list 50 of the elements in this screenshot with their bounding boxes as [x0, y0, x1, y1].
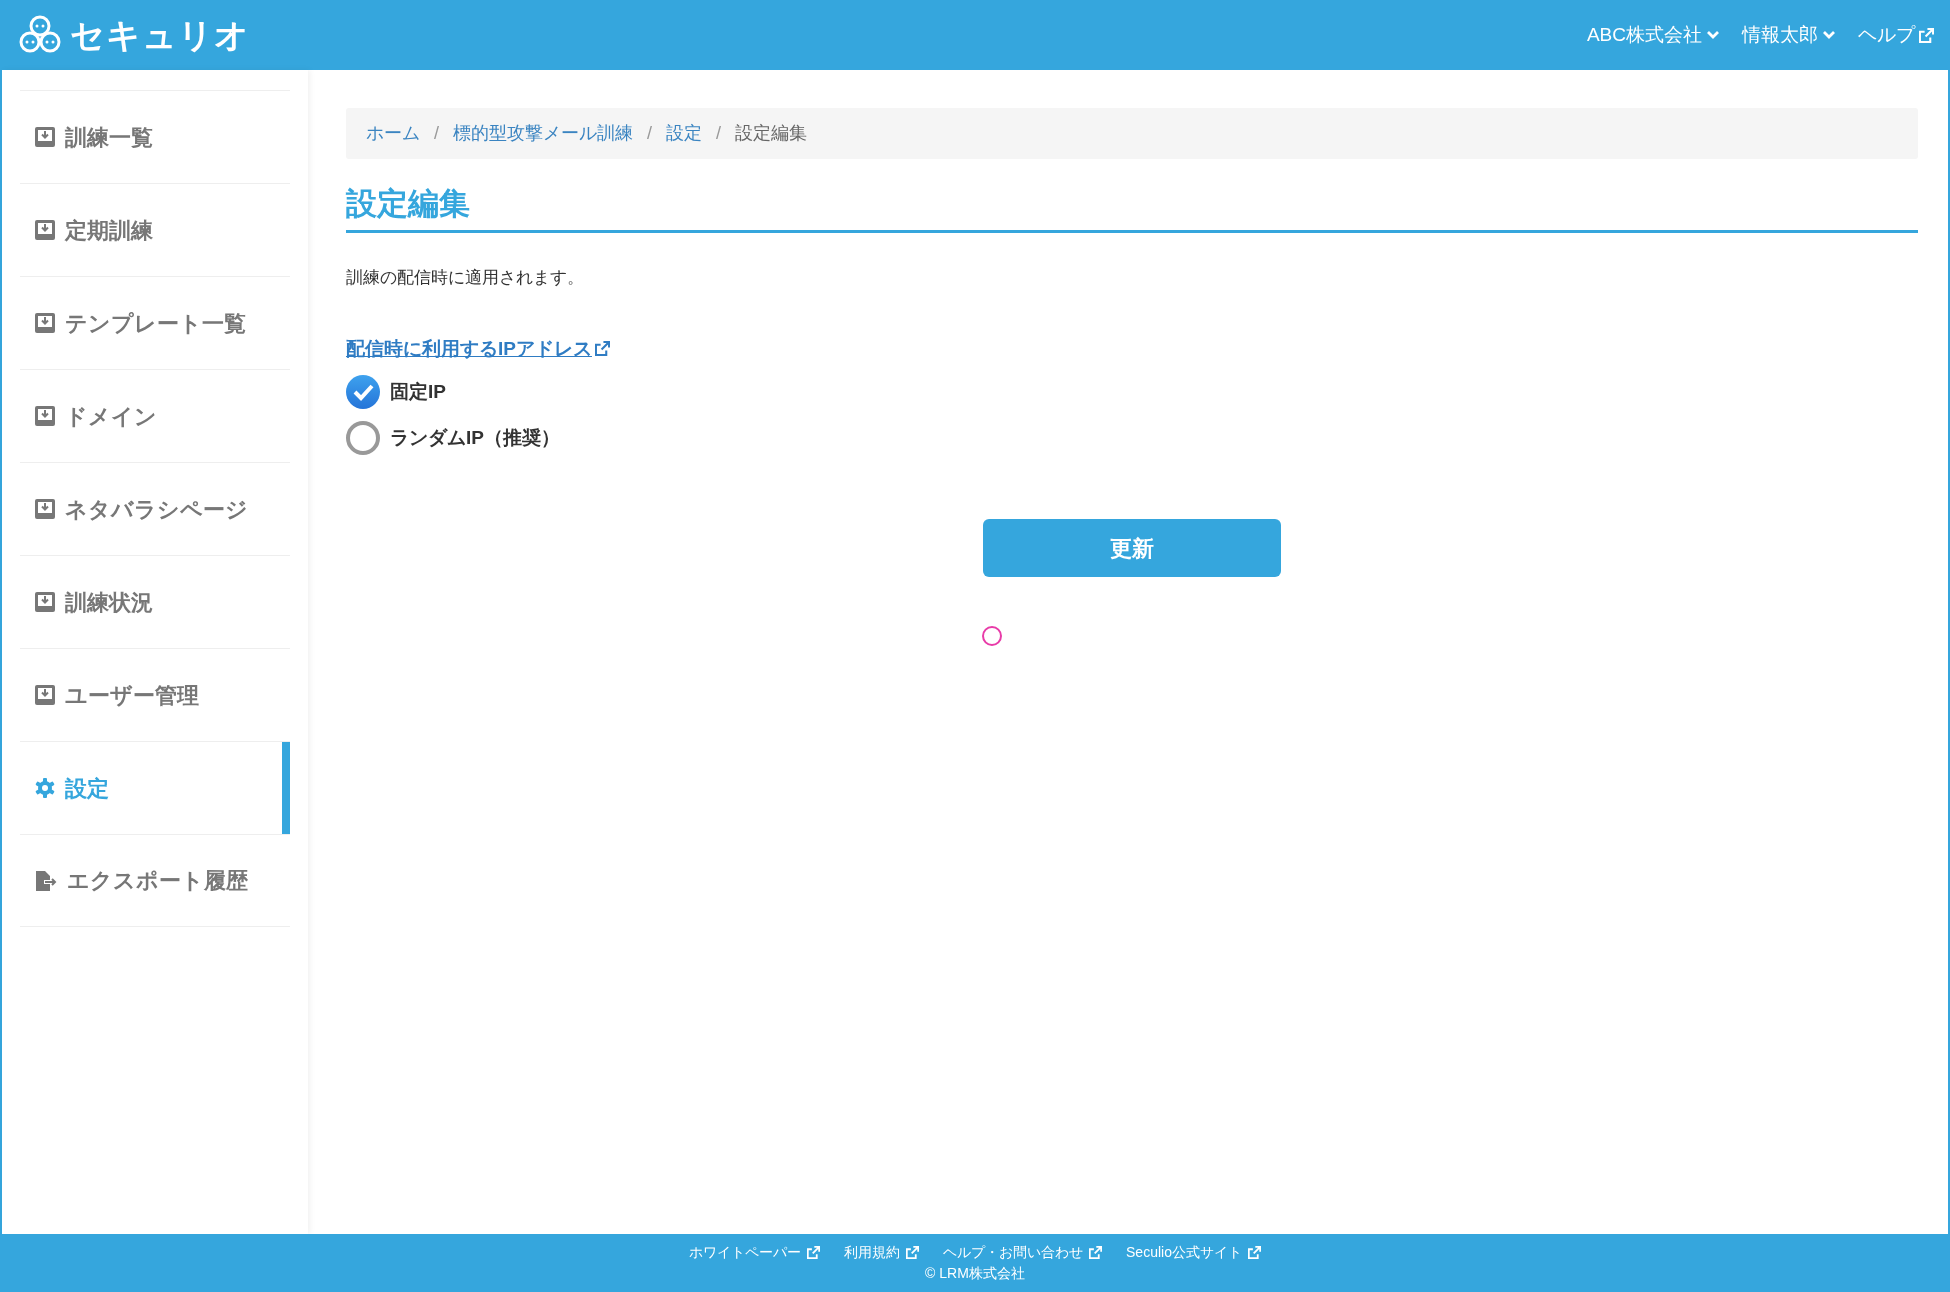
- account-menu[interactable]: ABC株式会社: [1586, 20, 1720, 50]
- file-export-icon: [34, 869, 58, 892]
- sidebar-item[interactable]: 訓練状況: [20, 555, 290, 648]
- external-link-icon: [807, 1246, 821, 1259]
- footer-link[interactable]: Seculio公式サイト: [1126, 1242, 1261, 1263]
- sidebar-item[interactable]: テンプレート一覧: [20, 276, 290, 369]
- footer-link[interactable]: ヘルプ・お問い合わせ: [943, 1242, 1103, 1263]
- breadcrumb-link[interactable]: ホーム: [366, 120, 420, 147]
- account-menu[interactable]: 情報太郎: [1742, 20, 1836, 50]
- cursor-marker-icon: [981, 625, 1003, 648]
- breadcrumb-separator: /: [716, 122, 722, 145]
- settings-icon: [34, 777, 56, 799]
- breadcrumb-current: 設定編集: [735, 122, 808, 145]
- breadcrumb-separator: /: [647, 122, 653, 145]
- logo-text: セキュリオ: [70, 14, 250, 56]
- external-link-icon: [1919, 27, 1934, 43]
- description-text: 訓練の配信時に適用されます。: [346, 267, 585, 290]
- radio-button[interactable]: [346, 375, 380, 410]
- sidebar-item[interactable]: 訓練一覧: [20, 90, 290, 183]
- external-link-icon: [594, 341, 610, 357]
- radio-label[interactable]: 固定IP: [390, 377, 446, 407]
- help-link[interactable]: ヘルプ: [1858, 20, 1934, 50]
- breadcrumb-link[interactable]: 標的型攻撃メール訓練: [453, 120, 633, 147]
- download-box-icon: [34, 591, 56, 613]
- download-box-icon: [34, 219, 56, 241]
- external-link-icon: [906, 1246, 920, 1259]
- chevron-down-icon: [1822, 30, 1836, 40]
- copyright-text: © LRM株式会社: [925, 1264, 1025, 1283]
- sidebar-item[interactable]: エクスポート履歴: [20, 834, 290, 927]
- update-button[interactable]: 更新: [983, 519, 1281, 578]
- sidebar-item[interactable]: ユーザー管理: [20, 648, 290, 741]
- footer-link[interactable]: ホワイトペーパー: [689, 1242, 821, 1263]
- download-box-icon: [34, 498, 56, 520]
- sidebar-item[interactable]: 設定: [20, 741, 290, 834]
- download-box-icon: [34, 405, 56, 427]
- external-link-icon: [1247, 1246, 1261, 1259]
- sidebar-item[interactable]: ドメイン: [20, 369, 290, 462]
- sidebar-item[interactable]: ネタバラシページ: [20, 462, 290, 555]
- sidebar-item[interactable]: 定期訓練: [20, 183, 290, 276]
- download-box-icon: [34, 126, 56, 148]
- breadcrumb-separator: /: [434, 122, 439, 145]
- external-link-icon: [1089, 1246, 1103, 1259]
- download-box-icon: [34, 312, 56, 334]
- download-box-icon: [34, 684, 56, 706]
- radio-button[interactable]: [346, 421, 380, 456]
- footer-link[interactable]: 利用規約: [844, 1242, 920, 1263]
- chevron-down-icon: [1706, 30, 1720, 40]
- page-title: 設定編集: [346, 159, 1918, 234]
- radio-label[interactable]: ランダムIP（推奨）: [390, 423, 560, 453]
- breadcrumb-link[interactable]: 設定: [666, 120, 703, 147]
